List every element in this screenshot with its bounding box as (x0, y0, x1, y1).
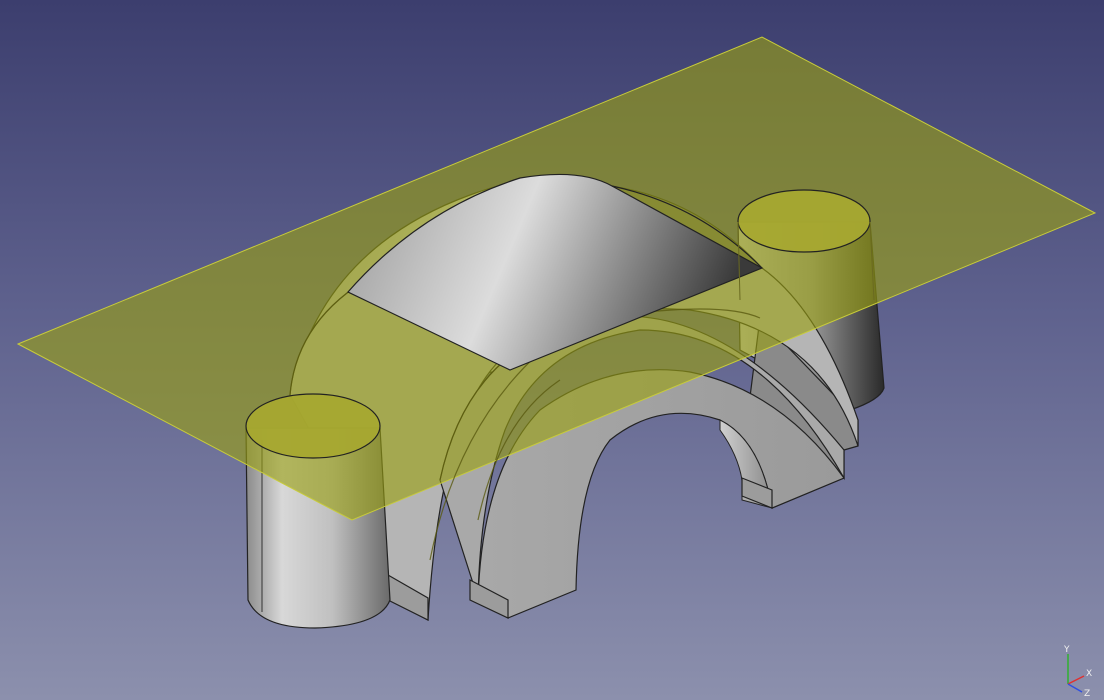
3d-scene[interactable] (0, 0, 1104, 700)
axis-indicator: Y X Z (1063, 645, 1092, 699)
left-cylinder-top[interactable] (245, 393, 381, 459)
axis-y-label: Y (1063, 645, 1070, 655)
axis-x-label: X (1086, 669, 1092, 679)
axis-z-label: Z (1084, 689, 1090, 699)
3d-viewport[interactable]: Y X Z (0, 0, 1104, 700)
